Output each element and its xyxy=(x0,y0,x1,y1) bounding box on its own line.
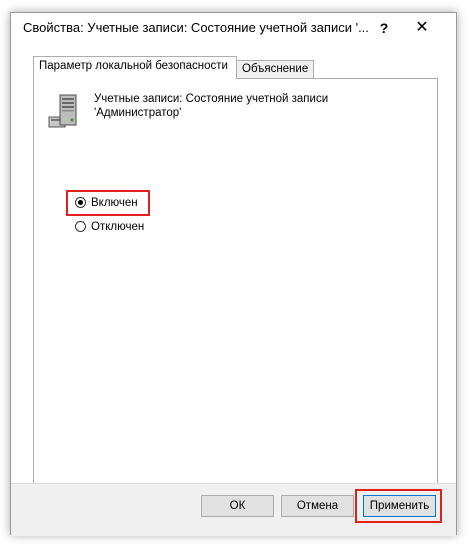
radio-enabled-circle[interactable] xyxy=(75,197,86,208)
window-title: Свойства: Учетные записи: Состояние учет… xyxy=(23,20,369,35)
server-policy-icon xyxy=(48,94,77,128)
radio-disabled-circle[interactable] xyxy=(75,221,86,232)
policy-title: Учетные записи: Состояние учетной записи… xyxy=(94,92,414,120)
radio-disabled[interactable]: Отключен xyxy=(75,219,144,235)
policy-title-line-1: Учетные записи: Состояние учетной записи xyxy=(94,93,329,105)
radio-enabled-label: Включен xyxy=(91,197,138,209)
title-bar[interactable]: Свойства: Учетные записи: Состояние учет… xyxy=(11,13,456,43)
tab-panel: Учетные записи: Состояние учетной записи… xyxy=(33,78,438,486)
radio-enabled[interactable]: Включен xyxy=(75,195,138,211)
tab-explain[interactable]: Объяснение xyxy=(236,60,314,78)
help-button[interactable]: ? xyxy=(375,19,393,37)
apply-button[interactable]: Применить xyxy=(363,495,436,517)
cancel-button[interactable]: Отмена xyxy=(281,495,354,517)
policy-title-line-2: 'Администратор' xyxy=(94,107,182,119)
properties-dialog: Свойства: Учетные записи: Состояние учет… xyxy=(10,12,457,536)
radio-disabled-label: Отключен xyxy=(91,221,145,233)
tab-local-security-setting[interactable]: Параметр локальной безопасности xyxy=(33,56,237,79)
close-button[interactable]: ✕ xyxy=(409,18,435,38)
ok-button[interactable]: ОК xyxy=(201,495,274,517)
